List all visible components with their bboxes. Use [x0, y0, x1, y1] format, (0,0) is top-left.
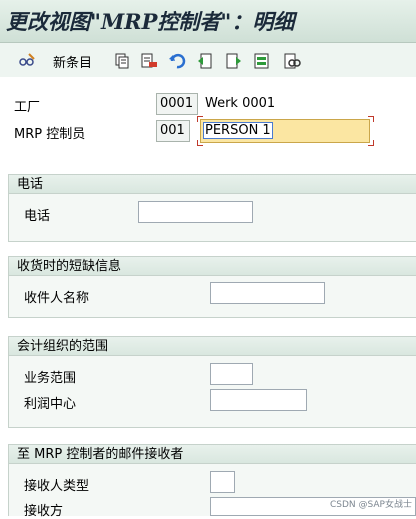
recipient-type-label: 接收人类型 [24, 479, 90, 494]
plant-name: Werk 0001 [205, 96, 276, 111]
where-used-button[interactable] [283, 51, 301, 71]
select-all-icon [254, 53, 269, 69]
profit-center-label: 利润中心 [24, 397, 77, 412]
profit-center-input[interactable] [210, 389, 307, 411]
focus-corner [197, 140, 203, 146]
mail-recipient-group-title: 至 MRP 控制者的邮件接收者 [8, 444, 416, 464]
copy-icon [115, 53, 129, 69]
application-toolbar: 新条目 [0, 43, 416, 77]
mrp-controller-label: MRP 控制员 [14, 127, 86, 142]
recipient-name-label: 收件人名称 [24, 291, 90, 306]
glasses-edit-icon [19, 53, 35, 66]
watermark: CSDN @SAP女战士 [330, 500, 412, 510]
plant-field[interactable]: 0001 [156, 93, 198, 115]
undo-change-button[interactable] [168, 51, 186, 71]
display-change-button[interactable] [18, 51, 36, 71]
focus-corner [368, 140, 374, 146]
mrp-controller-name-text: PERSON 1 [203, 122, 273, 139]
delete-button[interactable] [140, 51, 158, 71]
business-area-label: 业务范围 [24, 371, 77, 386]
shortage-group-title: 收货时的短缺信息 [8, 256, 416, 276]
accounting-org-group-title: 会计组织的范围 [8, 336, 416, 356]
next-entry-icon [226, 53, 241, 69]
previous-entry-button[interactable] [196, 51, 214, 71]
focus-corner [368, 116, 374, 122]
delete-icon [141, 53, 157, 68]
title-bar: 更改视图"MRP控制者"：明细 [0, 0, 416, 43]
recipient-name-input[interactable] [210, 282, 325, 304]
phone-group-title: 电话 [8, 174, 416, 194]
undo-icon [169, 53, 186, 69]
page-title: 更改视图"MRP控制者"：明细 [6, 9, 295, 34]
mrp-controller-field[interactable]: 001 [156, 120, 190, 142]
focus-corner [197, 116, 203, 122]
recipient-label: 接收方 [24, 504, 64, 519]
copy-as-button[interactable] [113, 51, 131, 71]
phone-input[interactable] [138, 201, 253, 223]
plant-label: 工厂 [14, 100, 41, 115]
phone-label: 电话 [24, 209, 51, 224]
select-all-button[interactable] [253, 51, 271, 71]
new-entries-button[interactable]: 新条目 [53, 51, 92, 71]
business-area-input[interactable] [210, 363, 253, 385]
where-used-icon [284, 53, 301, 69]
mrp-controller-name-field[interactable]: PERSON 1 [200, 119, 370, 143]
prev-entry-icon [198, 53, 212, 69]
new-entries-label: 新条目 [53, 55, 93, 71]
recipient-type-input[interactable] [210, 471, 235, 493]
next-entry-button[interactable] [225, 51, 243, 71]
